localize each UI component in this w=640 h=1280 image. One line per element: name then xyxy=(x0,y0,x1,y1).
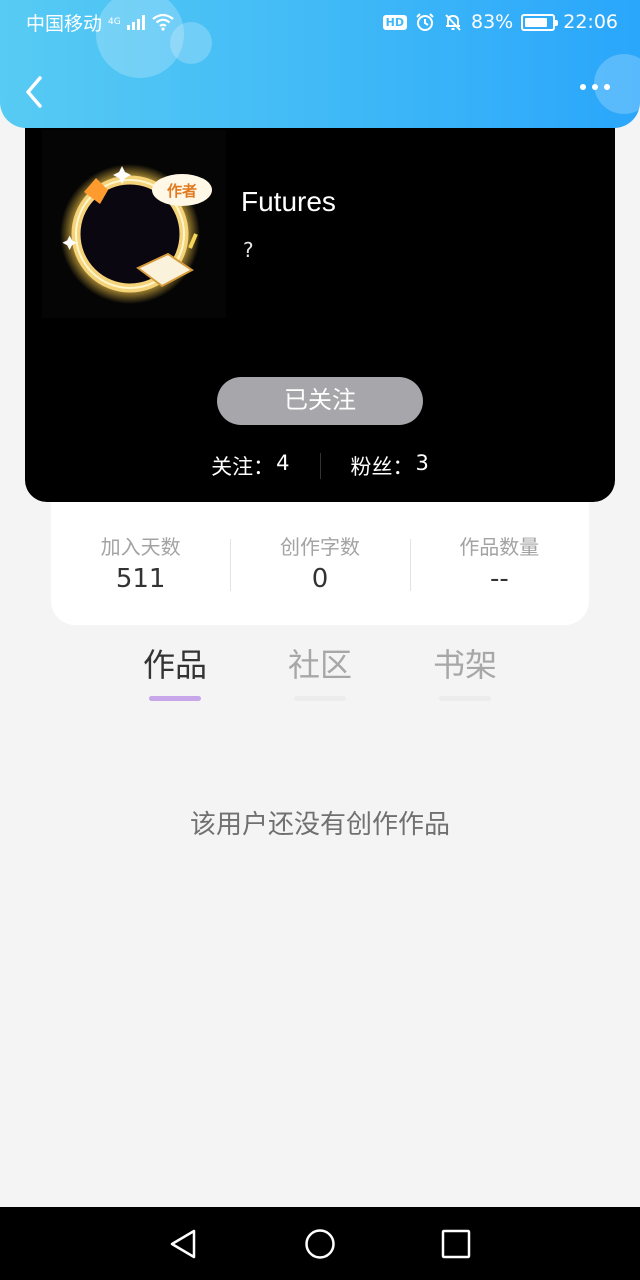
following-label: 关注： xyxy=(211,455,275,479)
stat-works-count: 作品数量 -- xyxy=(409,531,589,594)
avatar[interactable]: 作者 xyxy=(42,130,226,318)
alarm-icon xyxy=(416,13,434,31)
network-type: 4G xyxy=(108,16,121,27)
back-button[interactable] xyxy=(20,72,50,112)
fans-count[interactable]: 粉丝： 3 xyxy=(321,451,459,481)
user-name: Futures xyxy=(241,186,336,217)
mute-bell-icon xyxy=(445,14,461,31)
nav-back-button[interactable] xyxy=(164,1225,204,1265)
user-bio: ? xyxy=(243,238,254,262)
author-avatar-frame-icon: 作者 xyxy=(60,164,212,304)
hd-badge: HD xyxy=(382,14,407,30)
content-tabs: 作品 社区 书架 xyxy=(0,640,640,710)
fans-label: 粉丝： xyxy=(350,455,414,479)
empty-state-message: 该用户还没有创作作品 xyxy=(189,810,450,840)
nav-home-button[interactable] xyxy=(300,1225,340,1265)
battery-percent: 83% xyxy=(471,11,514,33)
clock: 22:06 xyxy=(563,11,618,33)
tab-bookshelf[interactable]: 书架 xyxy=(415,640,515,701)
fans-value: 3 xyxy=(415,451,429,475)
tab-label: 作品 xyxy=(142,646,207,684)
stat-word-count: 创作字数 0 xyxy=(230,531,409,594)
nav-recents-button[interactable] xyxy=(436,1225,476,1265)
avatar-badge-text: 作者 xyxy=(167,182,197,200)
stat-value: -- xyxy=(489,564,509,594)
tab-indicator xyxy=(439,696,491,701)
stat-value: 0 xyxy=(311,564,329,594)
stat-value: 511 xyxy=(115,564,166,594)
stat-label: 创作字数 xyxy=(279,535,360,559)
more-options-button[interactable] xyxy=(580,84,610,90)
system-nav-bar xyxy=(0,1207,640,1280)
tab-indicator xyxy=(149,696,201,701)
following-value: 4 xyxy=(276,451,290,475)
following-count[interactable]: 关注： 4 xyxy=(181,451,319,481)
stats-card: 加入天数 511 创作字数 0 作品数量 -- xyxy=(51,500,589,625)
triangle-back-icon xyxy=(170,1229,196,1259)
tab-works[interactable]: 作品 xyxy=(125,640,225,701)
tab-community[interactable]: 社区 xyxy=(270,640,370,701)
stat-label: 加入天数 xyxy=(100,535,181,559)
profile-card: 作者 Futures ? 已关注 关注： 4 粉丝： 3 xyxy=(25,110,615,502)
status-bar: 中国移动 4G HD 83% 22:06 xyxy=(0,0,640,44)
tab-indicator xyxy=(294,696,346,701)
stat-join-days: 加入天数 511 xyxy=(51,531,230,594)
stat-label: 作品数量 xyxy=(459,535,540,559)
carrier-label: 中国移动 xyxy=(26,12,103,35)
signal-icon xyxy=(126,14,145,30)
app-header: 中国移动 4G HD 83% 22:06 xyxy=(0,0,640,128)
followed-button[interactable]: 已关注 xyxy=(217,377,423,425)
chevron-left-icon xyxy=(26,76,42,108)
circle-home-icon xyxy=(305,1229,335,1259)
battery-icon xyxy=(521,13,559,31)
tab-label: 书架 xyxy=(432,646,497,684)
follow-counts: 关注： 4 粉丝： 3 xyxy=(25,446,615,486)
tab-label: 社区 xyxy=(287,646,352,684)
more-dots-icon xyxy=(580,84,586,90)
wifi-icon xyxy=(152,13,174,31)
square-recents-icon xyxy=(441,1229,471,1259)
